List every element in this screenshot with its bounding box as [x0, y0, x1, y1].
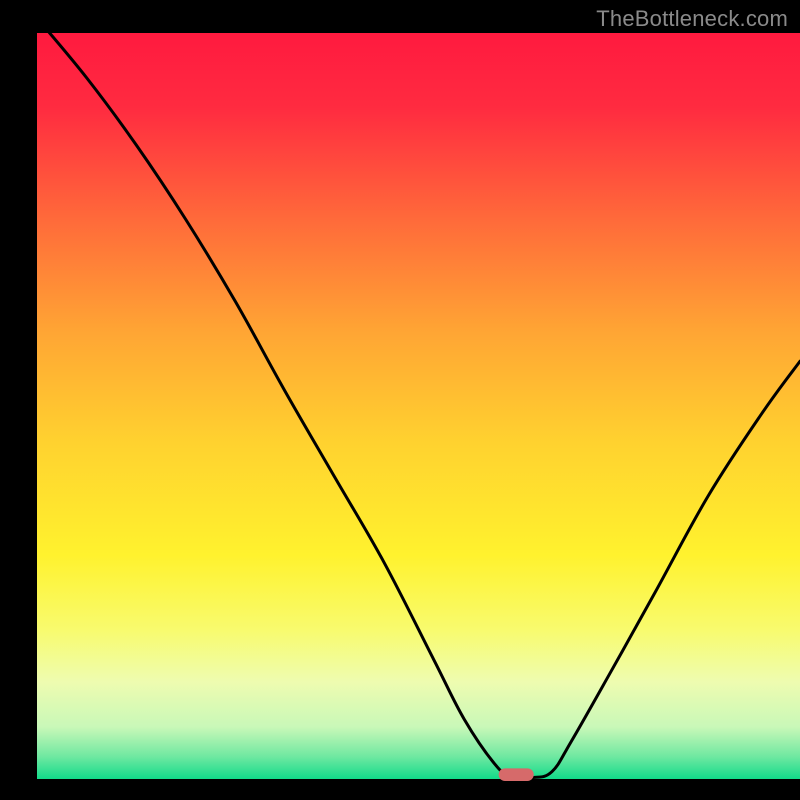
- chart-container: TheBottleneck.com: [0, 0, 800, 800]
- plot-background: [37, 33, 800, 779]
- optimal-marker: [499, 768, 534, 781]
- watermark-label: TheBottleneck.com: [596, 6, 788, 32]
- bottleneck-chart: [0, 0, 800, 800]
